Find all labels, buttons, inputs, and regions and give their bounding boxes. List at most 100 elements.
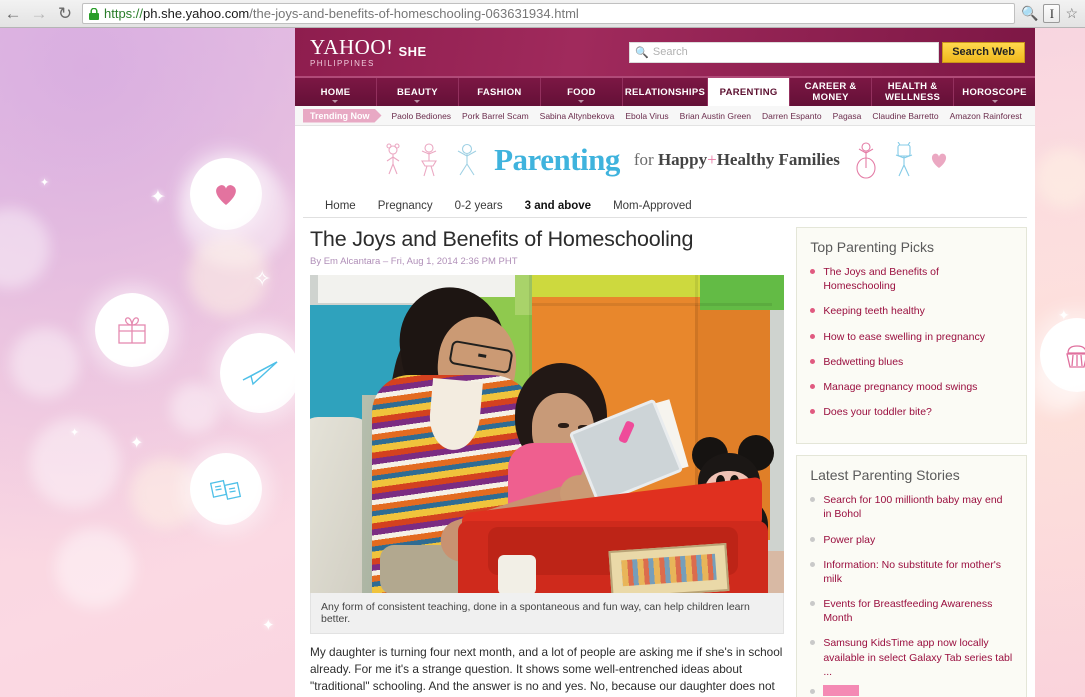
latest-list: Search for 100 millionth baby may end in… (810, 493, 1013, 697)
list-item[interactable]: Keeping teeth healthy (810, 304, 1013, 318)
trending-item[interactable]: Sabina Altynbekova (540, 111, 615, 121)
nav-item-fashion[interactable]: FASHION (459, 78, 541, 106)
search-web-button[interactable]: Search Web (942, 41, 1025, 63)
list-item[interactable]: Manage pregnancy mood swings (810, 380, 1013, 394)
search-icon: 🔍 (635, 46, 649, 59)
book-icon (210, 479, 242, 500)
star-sparkle: ✧ (253, 266, 272, 291)
photo-caption: Any form of consistent teaching, done in… (310, 593, 784, 634)
trending-bar: Trending Now Paolo Bediones Pork Barrel … (295, 106, 1035, 126)
nav-item-relationships[interactable]: RELATIONSHIPS (623, 78, 709, 106)
nav-item-career-money[interactable]: CAREER & MONEY (790, 78, 873, 106)
search-input[interactable] (652, 46, 934, 58)
latest-parenting-stories-panel: Latest Parenting Stories Search for 100 … (796, 455, 1027, 697)
browser-toolbar-right: 🔍 I ☆ (1021, 4, 1085, 23)
nav-item-parenting[interactable]: PARENTING (708, 78, 791, 106)
tagline-lead: for (633, 150, 654, 169)
subnav-item-0-2-years[interactable]: 0-2 years (455, 200, 503, 212)
trending-item[interactable]: Paolo Bediones (392, 111, 452, 121)
she-wordmark: SHE (398, 43, 427, 59)
jumping-kid-doodle (457, 143, 477, 176)
trending-item[interactable]: Pork Barrel Scam (462, 111, 529, 121)
region-label: PHILIPPINES (310, 58, 375, 68)
pink-badge-artifact (810, 684, 1013, 696)
trending-item[interactable]: Amazon Rainforest (950, 111, 1022, 121)
yahoo-she-logo[interactable]: YAHOO! SHE PHILIPPINES (310, 34, 427, 68)
nav-item-horoscope[interactable]: HOROSCOPE (954, 78, 1035, 106)
gift-icon-bubble (95, 293, 169, 367)
list-item[interactable]: Does your toddler bite? (810, 405, 1013, 419)
back-arrow-icon[interactable]: ← (0, 1, 26, 27)
subnav-item-home[interactable]: Home (325, 200, 356, 212)
trending-item[interactable]: Claudine Barretto (872, 111, 938, 121)
star-sparkle: ✦ (40, 177, 50, 189)
star-sparkle: ✦ (262, 617, 275, 634)
list-item[interactable]: Bedwetting blues (810, 355, 1013, 369)
top-parenting-picks-panel: Top Parenting Picks The Joys and Benefit… (796, 227, 1027, 445)
bokeh-circle (55, 528, 135, 608)
article-body: My daughter is turning four next month, … (310, 645, 783, 697)
subnav-item-pregnancy[interactable]: Pregnancy (378, 200, 433, 212)
search-box[interactable]: 🔍 (629, 41, 940, 63)
list-item[interactable]: Information: No substitute for mother's … (810, 558, 1013, 586)
list-item[interactable]: Search for 100 millionth baby may end in… (810, 493, 1013, 521)
nav-item-health-wellness[interactable]: HEALTH & WELLNESS (872, 78, 955, 106)
address-bar[interactable]: https://ph.she.yahoo.com/the-joys-and-be… (82, 3, 1015, 24)
content-area: The Joys and Benefits of Homeschooling B… (295, 218, 1035, 697)
list-item[interactable]: The Joys and Benefits of Homeschooling (810, 265, 1013, 293)
browser-chrome: ← → ↻ https://ph.she.yahoo.com/the-joys-… (0, 0, 1085, 28)
url-scheme: https:// (104, 6, 144, 21)
nav-item-food[interactable]: FOOD (541, 78, 623, 106)
gift-icon (118, 317, 146, 344)
trending-label: Trending Now (303, 109, 382, 123)
book-icon-bubble (190, 453, 262, 525)
picks-list: The Joys and Benefits of Homeschooling K… (810, 265, 1013, 419)
article-column: The Joys and Benefits of Homeschooling B… (310, 227, 785, 697)
panel-title: Latest Parenting Stories (810, 467, 960, 484)
lock-icon (89, 7, 99, 20)
forward-arrow-icon[interactable]: → (26, 1, 52, 27)
tagline-plus: + (707, 150, 717, 169)
star-sparkle: ✦ (150, 187, 166, 208)
star-sparkle: ✦ (130, 435, 144, 452)
tagline-happy: Happy (657, 150, 708, 169)
trending-item[interactable]: Brian Austin Green (680, 111, 751, 121)
parenting-banner: Parenting for Happy+Healthy Families (295, 126, 1035, 194)
paper-plane-icon-bubble (220, 333, 300, 413)
trending-item[interactable]: Darren Espanto (762, 111, 822, 121)
flower-girl-doodle (386, 143, 400, 175)
nav-item-beauty[interactable]: BEAUTY (377, 78, 459, 106)
page-title: Parenting (494, 142, 620, 177)
heart-icon (216, 185, 236, 205)
heart-icon-bubble (190, 158, 262, 230)
list-item[interactable]: How to ease swelling in pregnancy (810, 330, 1013, 344)
magnifier-icon[interactable]: 🔍 (1021, 5, 1038, 22)
paper-plane-icon (242, 361, 278, 386)
list-item[interactable]: Samsung KidsTime app now locally availab… (810, 636, 1013, 679)
panel-title: Top Parenting Picks (810, 239, 935, 255)
text-tool-button[interactable]: I (1043, 4, 1061, 23)
heart-doodle (931, 153, 946, 168)
subnav-item-3-and-above[interactable]: 3 and above (525, 200, 591, 212)
robot-kid-doodle (895, 142, 913, 177)
article-hero-photo (310, 275, 784, 593)
trending-item[interactable]: Ebola Virus (625, 111, 668, 121)
article-title: The Joys and Benefits of Homeschooling (310, 227, 694, 251)
bokeh-circle (10, 328, 80, 398)
reload-icon[interactable]: ↻ (52, 1, 78, 27)
sub-navigation: Home Pregnancy 0-2 years 3 and above Mom… (303, 194, 1027, 218)
trending-item[interactable]: Pagasa (833, 111, 862, 121)
main-navigation: HOME BEAUTY FASHION FOOD RELATIONSHIPS P… (295, 76, 1035, 106)
star-icon[interactable]: ☆ (1065, 5, 1078, 22)
subnav-item-mom-approved[interactable]: Mom-Approved (613, 200, 692, 212)
star-sparkle: ✦ (70, 427, 80, 439)
yahoo-wordmark: YAHOO! (310, 34, 394, 59)
cupcake-icon (1066, 345, 1085, 368)
bokeh-circle (170, 383, 220, 433)
list-item[interactable]: Events for Breastfeeding Awareness Month (810, 597, 1013, 625)
ballerina-pink-doodle (856, 142, 876, 179)
article-byline: By Em Alcantara – Fri, Aug 1, 2014 2:36 … (310, 256, 518, 267)
search-area: 🔍 Search Web (629, 41, 1025, 63)
list-item[interactable]: Power play (810, 533, 1013, 547)
nav-item-home[interactable]: HOME (295, 78, 377, 106)
